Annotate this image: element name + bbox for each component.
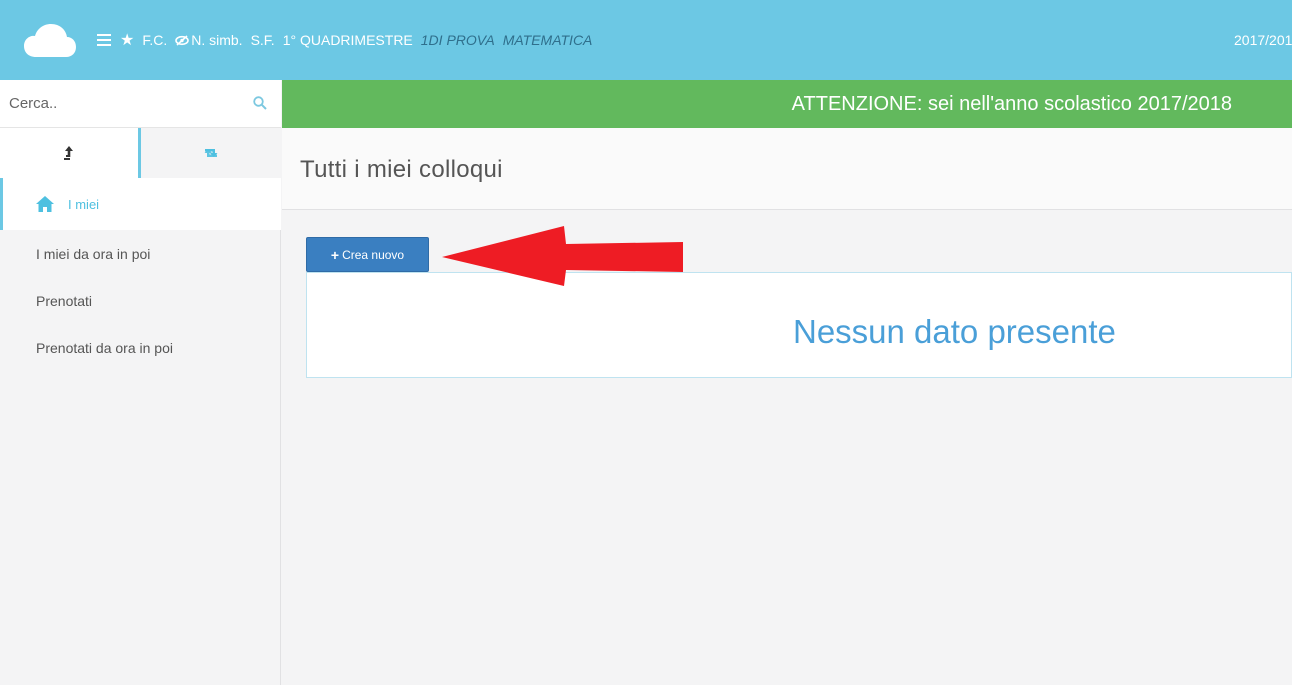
eye-slash-icon [175, 34, 190, 46]
sidebar-item-i-miei[interactable]: I miei [0, 178, 281, 230]
search-box [0, 80, 281, 128]
fc-link[interactable]: F.C. [142, 32, 167, 48]
red-arrow-annotation [442, 226, 683, 286]
nsimb-link[interactable]: N. simb. [175, 32, 243, 48]
cloud-logo-icon[interactable] [24, 24, 76, 58]
sf-link[interactable]: S.F. [251, 32, 275, 48]
menu-icon[interactable] [97, 34, 111, 46]
sidebar-item-prenotati[interactable]: Prenotati [0, 277, 281, 324]
tab-upload[interactable] [0, 128, 141, 178]
star-icon[interactable]: ★ [120, 30, 134, 50]
subject-link[interactable]: MATEMATICA [503, 32, 593, 48]
sidebar: I miei I miei da ora in poi Prenotati Pr… [0, 80, 281, 685]
sidebar-item-prenotati-da-ora[interactable]: Prenotati da ora in poi [0, 324, 281, 371]
sidebar-item-label: I miei [68, 196, 100, 212]
school-year[interactable]: 2017/2018 [1234, 0, 1292, 80]
page-header: Tutti i miei colloqui [282, 128, 1292, 210]
nsimb-label: N. simb. [191, 32, 243, 48]
create-new-label: Crea nuovo [342, 247, 405, 262]
home-icon [36, 196, 54, 212]
plus-icon: + [330, 246, 340, 263]
sidebar-nav: I miei I miei da ora in poi Prenotati Pr… [0, 178, 281, 371]
upload-icon [63, 146, 73, 160]
top-navbar: ★ F.C. N. simb. S.F. 1° QUADRIMESTRE 1DI… [0, 0, 1292, 80]
retweet-icon [204, 149, 218, 157]
quadrimestre-link[interactable]: 1° QUADRIMESTRE [283, 32, 413, 48]
warning-banner: ATTENZIONE: sei nell'anno scolastico 201… [282, 80, 1292, 128]
class-link[interactable]: 1DI PROVA [421, 32, 495, 48]
search-input[interactable] [0, 80, 240, 127]
empty-message: Nessun dato presente [793, 313, 1116, 350]
search-icon[interactable] [253, 96, 267, 110]
sidebar-tabs [0, 128, 281, 178]
page-title: Tutti i miei colloqui [300, 156, 503, 183]
sidebar-item-i-miei-da-ora[interactable]: I miei da ora in poi [0, 230, 281, 277]
tab-retweet[interactable] [140, 128, 281, 178]
create-new-button[interactable]: + Crea nuovo [306, 237, 429, 272]
top-menu: ★ F.C. N. simb. S.F. 1° QUADRIMESTRE 1DI… [97, 0, 600, 80]
